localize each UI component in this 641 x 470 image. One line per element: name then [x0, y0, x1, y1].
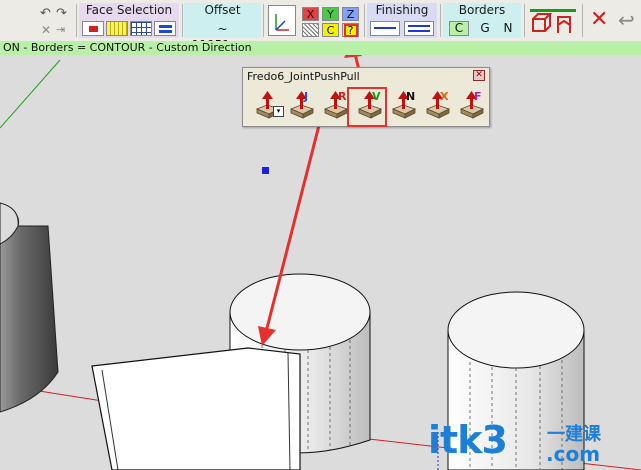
watermark-bottom: .com: [546, 442, 601, 466]
face-single-button[interactable]: [82, 21, 104, 36]
pushpull-tool-j[interactable]: J: [287, 89, 317, 119]
close-icon[interactable]: ✕: [590, 9, 608, 31]
tool-letter: N: [406, 90, 416, 103]
status-text: ON - Borders = CONTOUR - Custom Directio…: [3, 41, 252, 54]
pushpull-icon: [289, 91, 315, 119]
face-grid-button[interactable]: [130, 21, 152, 36]
highlight-box-toolbar: [344, 24, 358, 37]
axis-z-button[interactable]: Z: [342, 7, 359, 21]
face-all-button[interactable]: [154, 21, 176, 36]
offset-group: Offset ~ 11951mm: [184, 3, 261, 52]
tool-letter: J: [304, 90, 309, 103]
cancel-icon[interactable]: ✕: [41, 23, 51, 37]
finishing-group: Finishing: [367, 3, 437, 38]
pushpull-tool-n[interactable]: N: [389, 89, 419, 119]
face-selection-group: Face Selection: [79, 3, 179, 38]
tool-letter: R: [338, 90, 347, 103]
axis-pattern-button[interactable]: [302, 23, 319, 37]
exit-group: ✕ ↩: [586, 3, 640, 38]
undo-icon[interactable]: ↶: [40, 6, 51, 21]
borders-label: Borders: [458, 3, 506, 17]
pushpull-tool-x[interactable]: X: [423, 89, 453, 119]
watermark-main: itk3: [428, 418, 508, 462]
selected-face-panel[interactable]: [91, 347, 301, 470]
pushpull-tool-joint[interactable]: ▾: [253, 89, 284, 119]
palette-close-button[interactable]: ✕: [473, 70, 485, 81]
skip-icon[interactable]: ⇥: [56, 23, 65, 36]
toolbar: ↶ ↷ ✕ ⇥ Face Selection Offset ~ 11951mm …: [0, 0, 641, 52]
face-group-button[interactable]: [106, 21, 128, 36]
highlight-box-palette: [347, 87, 387, 127]
redo-icon[interactable]: ↷: [56, 6, 67, 21]
back-icon[interactable]: ↩: [618, 9, 635, 31]
finishing-b-button[interactable]: [404, 21, 434, 36]
axis-draw-button[interactable]: [268, 5, 296, 36]
pushpull-icon: [425, 91, 451, 119]
axis-x-button[interactable]: X: [302, 7, 319, 21]
dropdown-icon[interactable]: ▾: [273, 106, 284, 117]
finishing-a-button[interactable]: [370, 21, 400, 36]
undo-redo-group: ↶ ↷ ✕ ⇥: [38, 3, 74, 38]
offset-label: Offset: [204, 3, 241, 17]
blue-point[interactable]: [262, 167, 269, 174]
borders-g-button[interactable]: G: [476, 21, 494, 36]
offset-value[interactable]: ~ 11951mm: [186, 21, 259, 52]
axis-c-button[interactable]: C: [322, 23, 339, 37]
tool-letter: X: [440, 90, 449, 103]
push-icon[interactable]: [557, 16, 571, 33]
finishing-label: Finishing: [375, 3, 429, 17]
finish-group: [528, 3, 578, 38]
cube-icon[interactable]: [532, 13, 553, 32]
axis-icon: [275, 14, 289, 31]
pushpull-icon: [459, 91, 485, 119]
pushpull-tool-f[interactable]: F: [457, 89, 487, 119]
face-selection-label: Face Selection: [85, 3, 173, 17]
borders-c-button[interactable]: C: [449, 21, 469, 36]
palette-title: Fredo6_JointPushPull: [247, 70, 360, 83]
status-bar: ON - Borders = CONTOUR - Custom Directio…: [0, 41, 641, 55]
axis-y-button[interactable]: Y: [322, 7, 339, 21]
tool-letter: F: [474, 90, 482, 103]
borders-n-button[interactable]: N: [499, 21, 517, 36]
borders-group: Borders C G N: [443, 3, 521, 38]
